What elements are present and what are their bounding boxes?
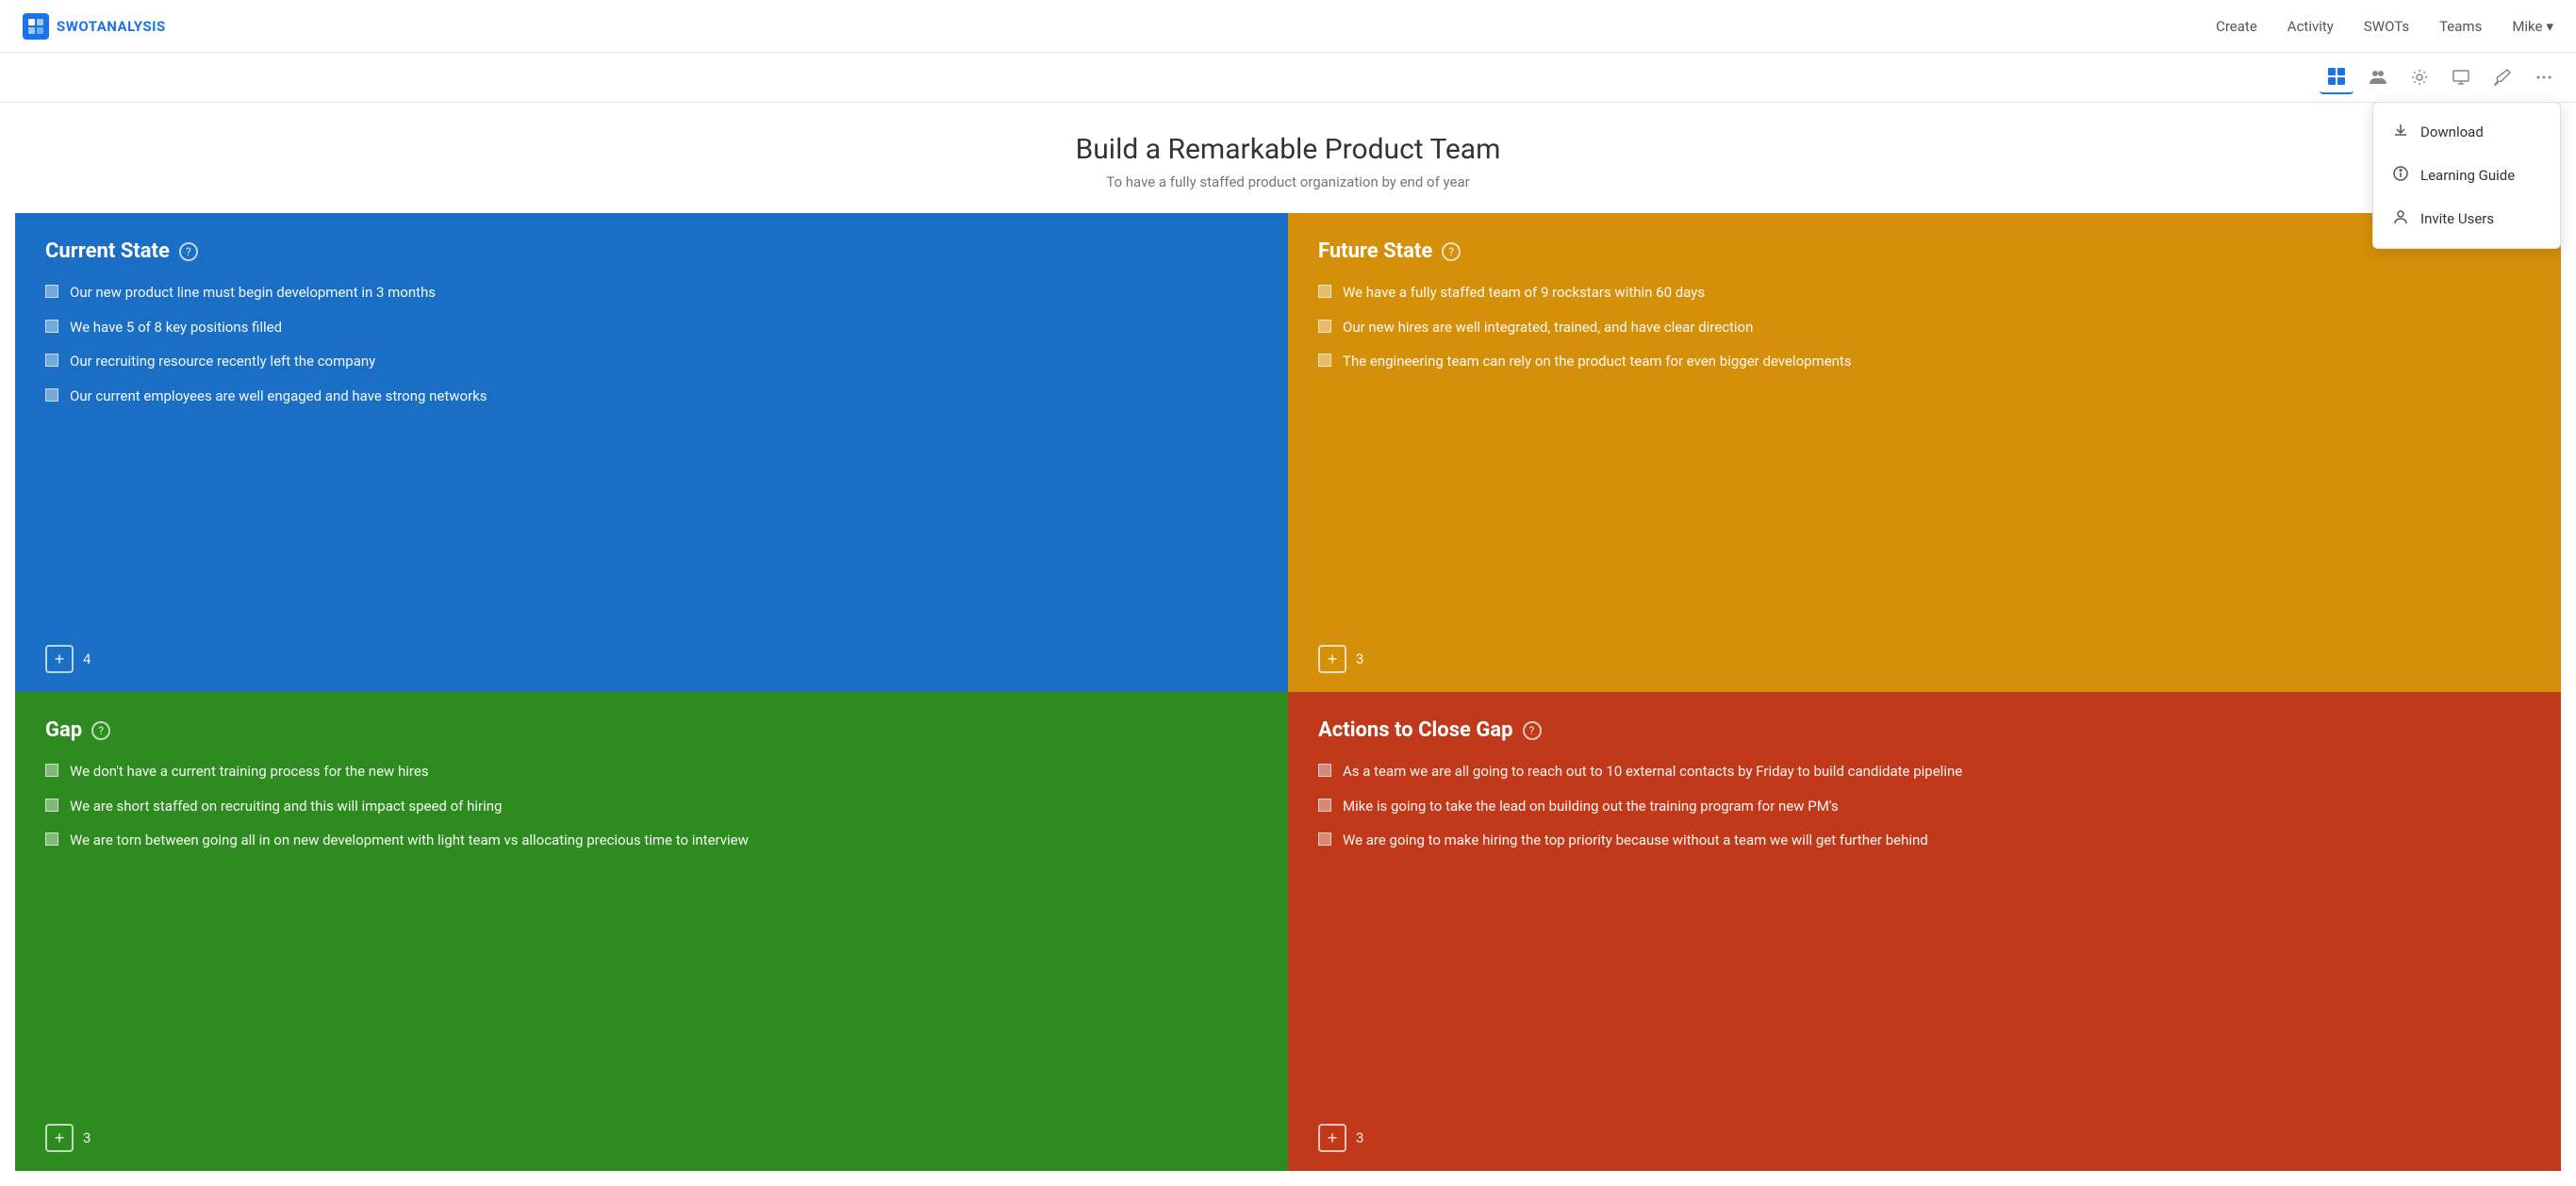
brand-logo[interactable]: SWOTANALYSIS	[23, 13, 166, 40]
more-icon	[2535, 68, 2553, 87]
quadrant-gap: Gap ? We don't have a current training p…	[15, 692, 1288, 1171]
brand-name: SWOTANALYSIS	[57, 18, 166, 35]
toolbar-more-button[interactable]	[2527, 60, 2561, 94]
nav-teams[interactable]: Teams	[2439, 18, 2482, 35]
toolbar-brush-button[interactable]	[2485, 60, 2519, 94]
bullet-icon	[1318, 832, 1331, 846]
future-state-add-button[interactable]: +	[1318, 645, 1346, 673]
brush-icon	[2493, 68, 2512, 87]
list-item: We have a fully staffed team of 9 rockst…	[1318, 282, 2531, 304]
quadrant-future-state: Future State ? We have a fully staffed t…	[1288, 213, 2561, 692]
list-item: We are going to make hiring the top prio…	[1318, 830, 2531, 851]
bullet-icon	[45, 832, 58, 846]
list-item: We don't have a current training process…	[45, 761, 1258, 782]
toolbar-desktop-button[interactable]	[2444, 60, 2478, 94]
download-icon	[2392, 122, 2409, 142]
actions-count: 3	[1356, 1129, 1363, 1146]
main-nav: Create Activity SWOTs Teams Mike ▾	[2216, 18, 2553, 35]
gear-icon	[2410, 68, 2429, 87]
gap-title: Gap ?	[45, 718, 1258, 742]
toolbar-people-button[interactable]	[2361, 60, 2395, 94]
info-icon	[2392, 165, 2409, 186]
dropdown-menu: Download Learning Guide Invite Users	[2372, 102, 2561, 249]
actions-title: Actions to Close Gap ?	[1318, 718, 2531, 742]
future-state-items: We have a fully staffed team of 9 rockst…	[1318, 282, 2531, 626]
current-state-add-button[interactable]: +	[45, 645, 74, 673]
dropdown-invite-users[interactable]: Invite Users	[2373, 197, 2560, 240]
dropdown-invite-users-label: Invite Users	[2420, 210, 2494, 227]
list-item: We are torn between going all in on new …	[45, 830, 1258, 851]
list-item: Our recruiting resource recently left th…	[45, 351, 1258, 372]
grid-icon	[2327, 67, 2346, 86]
actions-help-icon[interactable]: ?	[1523, 721, 1542, 740]
gap-add-button[interactable]: +	[45, 1124, 74, 1152]
current-state-title: Current State ?	[45, 239, 1258, 263]
list-item: We have 5 of 8 key positions filled	[45, 317, 1258, 338]
person-icon	[2392, 208, 2409, 229]
user-caret-icon: ▾	[2546, 18, 2553, 35]
gap-count: 3	[83, 1129, 91, 1146]
list-item: Our new hires are well integrated, train…	[1318, 317, 2531, 338]
quadrant-actions: Actions to Close Gap ? As a team we are …	[1288, 692, 2561, 1171]
dropdown-learning-guide-label: Learning Guide	[2420, 167, 2515, 184]
toolbar-grid-button[interactable]	[2320, 60, 2353, 94]
quadrant-current-state: Current State ? Our new product line mus…	[15, 213, 1288, 692]
future-state-help-icon[interactable]: ?	[1442, 242, 1461, 261]
bullet-icon	[45, 354, 58, 367]
page-title: Build a Remarkable Product Team	[15, 133, 2561, 166]
toolbar: Download Learning Guide Invite Users	[0, 53, 2576, 103]
current-state-help-icon[interactable]: ?	[179, 242, 198, 261]
future-state-footer: + 3	[1318, 645, 2531, 673]
brand-icon	[23, 13, 49, 40]
future-state-title: Future State ?	[1318, 239, 2531, 263]
current-state-count: 4	[83, 651, 91, 667]
dropdown-download[interactable]: Download	[2373, 110, 2560, 154]
actions-footer: + 3	[1318, 1124, 2531, 1152]
list-item: As a team we are all going to reach out …	[1318, 761, 2531, 782]
bullet-icon	[45, 799, 58, 812]
list-item: Our current employees are well engaged a…	[45, 386, 1258, 407]
people-icon	[2369, 68, 2387, 87]
bullet-icon	[45, 764, 58, 777]
bullet-icon	[1318, 799, 1331, 812]
actions-items: As a team we are all going to reach out …	[1318, 761, 2531, 1105]
current-state-items: Our new product line must begin developm…	[45, 282, 1258, 626]
bullet-icon	[1318, 320, 1331, 333]
list-item: Mike is going to take the lead on buildi…	[1318, 796, 2531, 817]
bullet-icon	[1318, 764, 1331, 777]
bullet-icon	[1318, 285, 1331, 298]
navbar: SWOTANALYSIS Create Activity SWOTs Teams…	[0, 0, 2576, 53]
bullet-icon	[45, 320, 58, 333]
quadrant-grid: Current State ? Our new product line mus…	[15, 213, 2561, 1171]
list-item: The engineering team can rely on the pro…	[1318, 351, 2531, 372]
actions-add-button[interactable]: +	[1318, 1124, 1346, 1152]
nav-create[interactable]: Create	[2216, 18, 2257, 35]
bullet-icon	[1318, 354, 1331, 367]
bullet-icon	[45, 388, 58, 402]
future-state-count: 3	[1356, 651, 1363, 667]
dropdown-download-label: Download	[2420, 124, 2484, 140]
username: Mike	[2512, 18, 2542, 35]
gap-help-icon[interactable]: ?	[91, 721, 110, 740]
list-item: Our new product line must begin developm…	[45, 282, 1258, 304]
list-item: We are short staffed on recruiting and t…	[45, 796, 1258, 817]
page-header: Build a Remarkable Product Team To have …	[0, 103, 2576, 213]
desktop-icon	[2452, 68, 2470, 87]
gap-footer: + 3	[45, 1124, 1258, 1152]
user-menu[interactable]: Mike ▾	[2512, 18, 2553, 35]
dropdown-learning-guide[interactable]: Learning Guide	[2373, 154, 2560, 197]
page-subtitle: To have a fully staffed product organiza…	[15, 173, 2561, 190]
nav-activity[interactable]: Activity	[2287, 18, 2334, 35]
gap-items: We don't have a current training process…	[45, 761, 1258, 1105]
bullet-icon	[45, 285, 58, 298]
current-state-footer: + 4	[45, 645, 1258, 673]
toolbar-settings-button[interactable]	[2403, 60, 2436, 94]
nav-swots[interactable]: SWOTs	[2364, 18, 2409, 35]
